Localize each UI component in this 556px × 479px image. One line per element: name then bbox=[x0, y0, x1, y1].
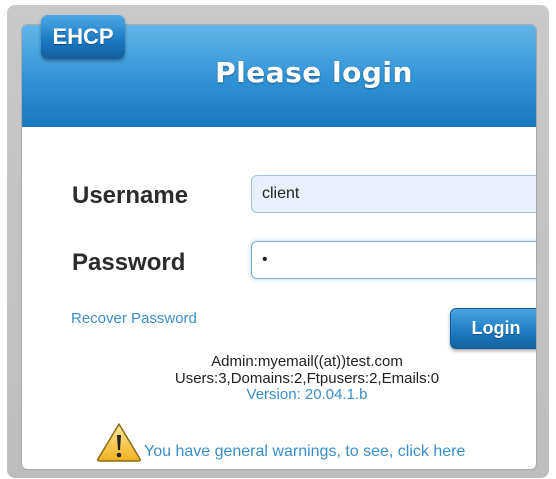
version-link[interactable]: Version: 20.04.1.b bbox=[122, 386, 492, 403]
stats-text: Users:3,Domains:2,Ftpusers:2,Emails:0 bbox=[174, 370, 440, 387]
password-label: Password bbox=[72, 249, 186, 276]
recover-password-link[interactable]: Recover Password bbox=[71, 310, 197, 327]
login-button[interactable]: Login bbox=[450, 308, 536, 349]
password-field[interactable] bbox=[251, 241, 536, 279]
login-window-frame: Please login Username Password Recover P… bbox=[7, 5, 549, 478]
login-panel: Please login Username Password Recover P… bbox=[21, 24, 537, 470]
admin-contact-text: Admin:myemail((at))test.com bbox=[211, 353, 403, 370]
page-title: Please login bbox=[215, 56, 413, 89]
warning-link-text: You have general warnings, to see, click… bbox=[144, 443, 466, 460]
warning-icon bbox=[97, 423, 141, 462]
username-field[interactable] bbox=[251, 175, 536, 213]
ehcp-logo-tab[interactable]: EHCP bbox=[41, 15, 125, 59]
username-label: Username bbox=[72, 182, 189, 209]
general-warnings-link[interactable]: You have general warnings, to see, click… bbox=[96, 418, 465, 462]
